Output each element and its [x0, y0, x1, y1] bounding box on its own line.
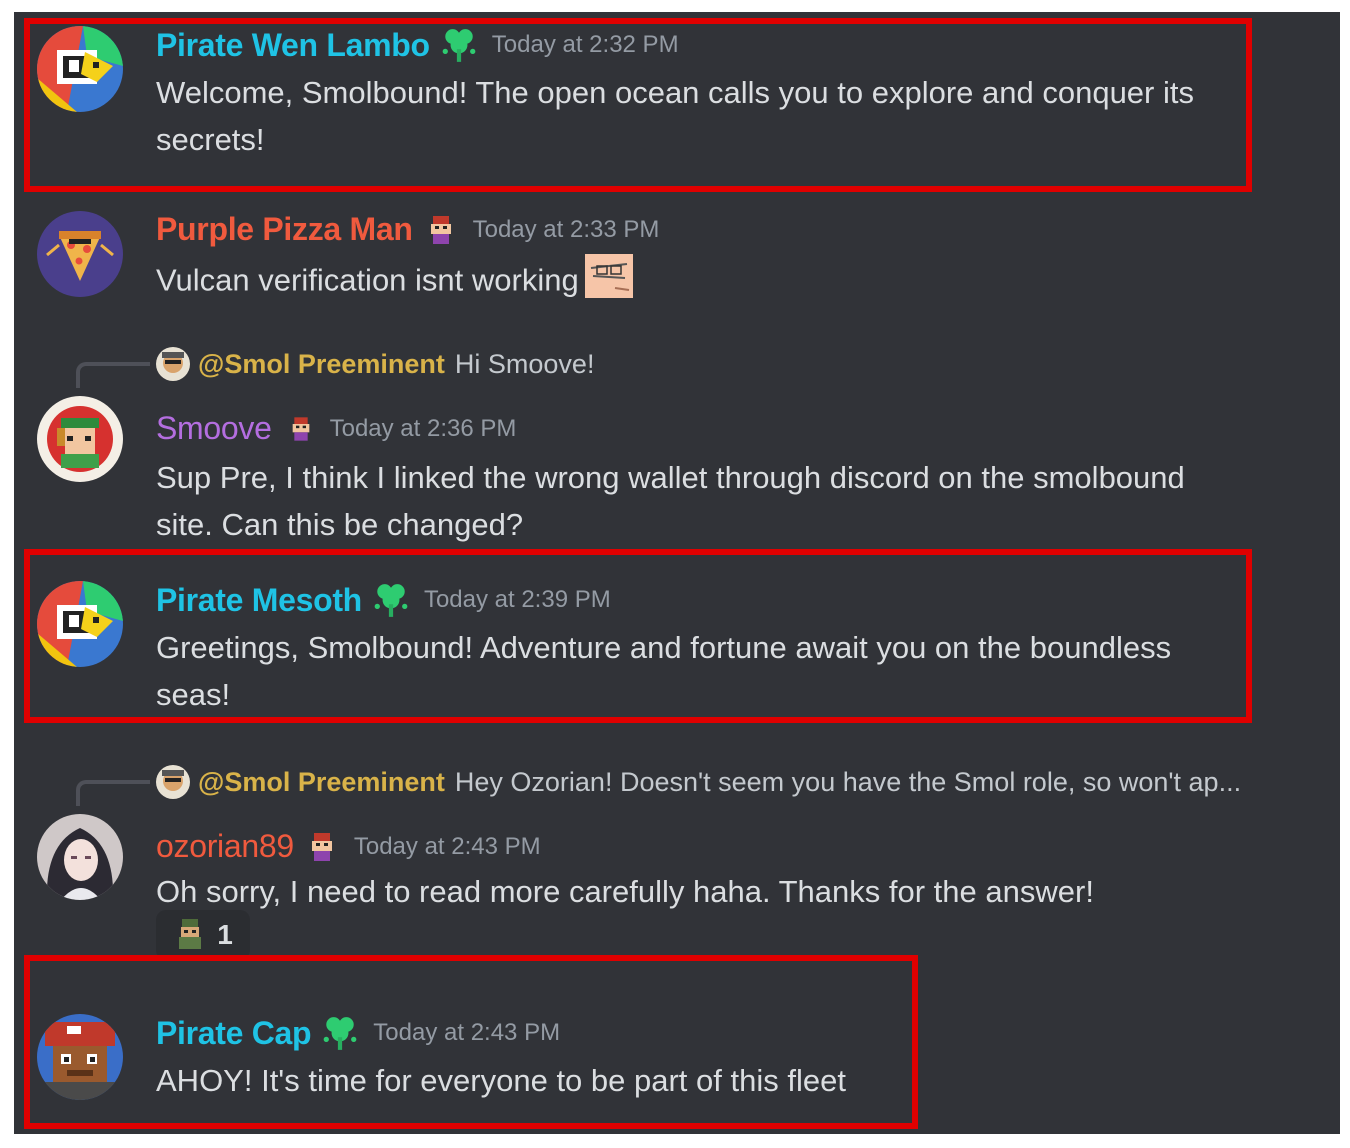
clover-badge-icon	[321, 1014, 359, 1052]
pixel-character-badge-icon	[304, 829, 340, 865]
reply-mention[interactable]: @Smol Preeminent	[198, 349, 445, 380]
reply-connector	[76, 780, 150, 806]
username[interactable]: Purple Pizza Man	[156, 211, 413, 248]
soldier-emoji-icon	[173, 916, 207, 955]
message-text: Oh sorry, I need to read more carefully …	[156, 874, 1094, 909]
message-text: Vulcan verification isnt working	[156, 262, 579, 298]
message-header: Pirate Cap Today at 2:43 PM	[156, 1014, 560, 1052]
reply-text: Hey Ozorian! Doesn't seem you have the S…	[454, 766, 1242, 797]
message-text: AHOY! It's time for everyone to be part …	[156, 1063, 846, 1098]
facepalm-emoji-icon	[584, 254, 633, 311]
username[interactable]: Smoove	[156, 410, 272, 447]
message-body: Vulcan verification isnt working	[156, 254, 1246, 311]
avatar[interactable]	[37, 26, 123, 112]
message-header: ozorian89 Today at 2:43 PM	[156, 828, 541, 865]
reply-preview[interactable]: @Smol Preeminent Hi Smoove!	[156, 347, 594, 381]
message-header: Pirate Wen Lambo Today at 2:32 PM	[156, 26, 679, 64]
message-text: Welcome, Smolbound! The open ocean calls…	[156, 75, 1194, 157]
reply-preview[interactable]: @Smol Preeminent Hey Ozorian! Doesn't se…	[156, 765, 1241, 799]
clover-badge-icon	[372, 581, 410, 619]
timestamp: Today at 2:32 PM	[491, 31, 679, 58]
reply-text: Hi Smoove!	[454, 348, 595, 379]
timestamp: Today at 2:36 PM	[329, 414, 517, 442]
message-text: Greetings, Smolbound! Adventure and fort…	[156, 630, 1172, 712]
mini-avatar	[156, 765, 190, 799]
pixel-character-badge-icon	[423, 212, 459, 248]
reply-mention[interactable]: @Smol Preeminent	[198, 767, 445, 798]
avatar[interactable]	[37, 814, 123, 900]
avatar[interactable]	[37, 1014, 123, 1100]
avatar[interactable]	[37, 396, 123, 482]
timestamp: Today at 2:43 PM	[353, 832, 541, 860]
username[interactable]: Pirate Mesoth	[156, 582, 362, 619]
clover-badge-icon	[440, 26, 478, 64]
timestamp: Today at 2:43 PM	[373, 1019, 561, 1046]
reaction-count: 1	[217, 919, 233, 950]
timestamp: Today at 2:39 PM	[423, 586, 611, 613]
chat-channel: Pirate Wen Lambo Today at 2:32 PM Welcom…	[14, 12, 1340, 1134]
reply-connector	[76, 362, 150, 388]
username[interactable]: Pirate Wen Lambo	[156, 27, 430, 64]
timestamp: Today at 2:33 PM	[472, 215, 660, 243]
username[interactable]: ozorian89	[156, 828, 294, 865]
pixel-character-badge-icon	[286, 414, 316, 444]
message-header: Purple Pizza Man Today at 2:33 PM	[156, 211, 659, 248]
message-text: Sup Pre, I think I linked the wrong wall…	[156, 460, 1185, 542]
mini-avatar	[156, 347, 190, 381]
avatar[interactable]	[37, 581, 123, 667]
message-header: Pirate Mesoth Today at 2:39 PM	[156, 581, 611, 619]
reaction-button[interactable]: 1	[156, 910, 250, 960]
avatar[interactable]	[37, 211, 123, 297]
message-header: Smoove Today at 2:36 PM	[156, 410, 516, 447]
username[interactable]: Pirate Cap	[156, 1015, 312, 1052]
